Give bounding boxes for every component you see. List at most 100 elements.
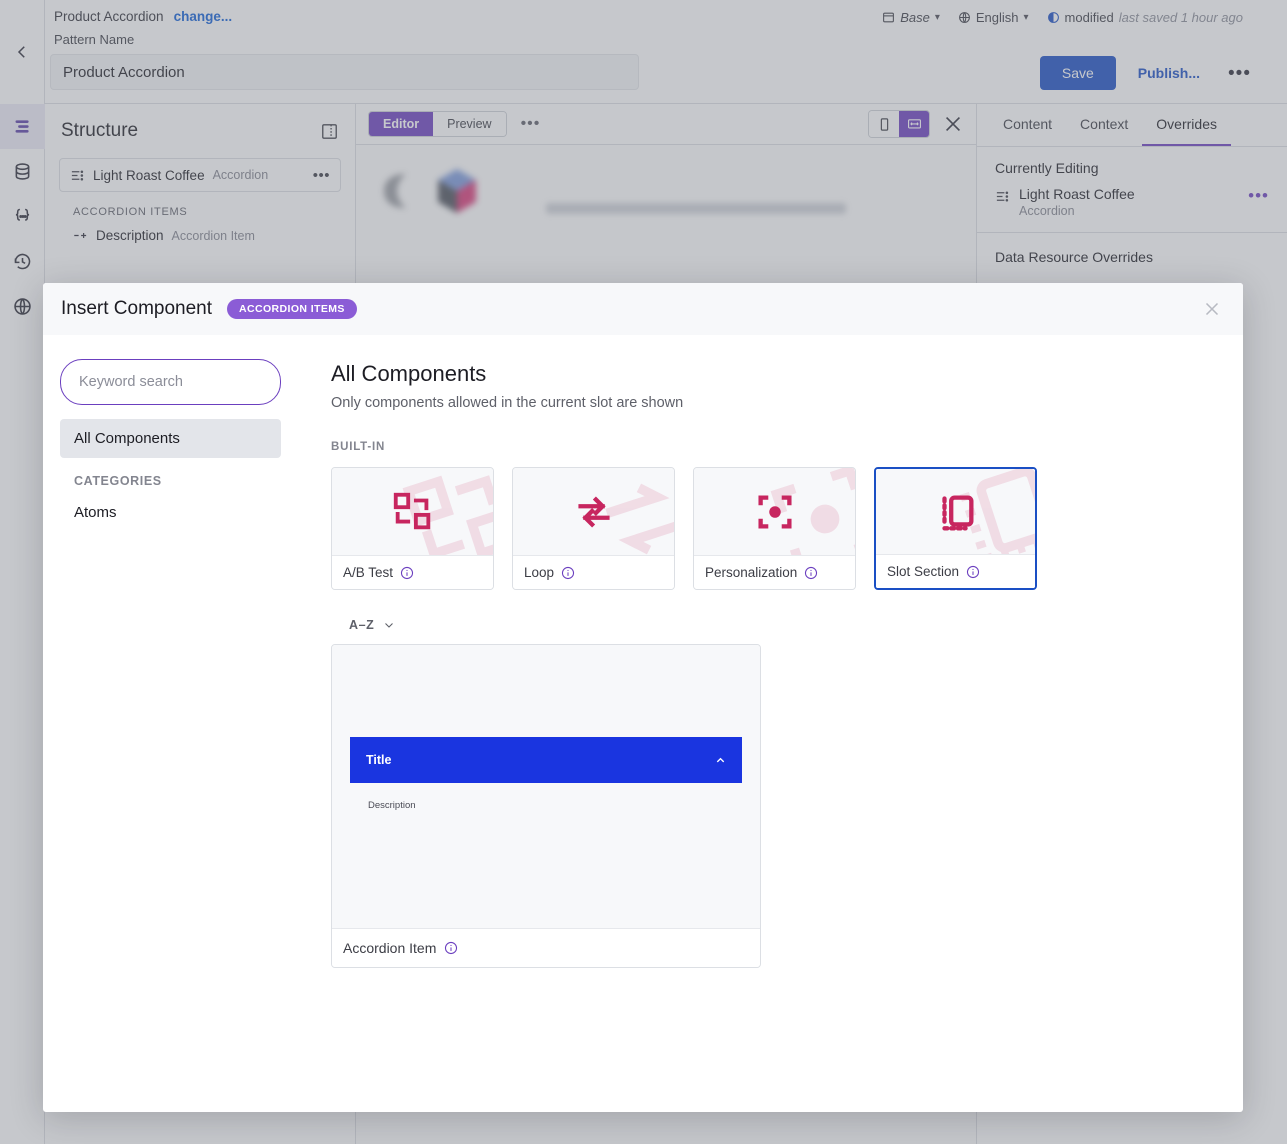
close-icon[interactable]	[1201, 298, 1223, 320]
pattern-name-input[interactable]: Product Accordion	[50, 54, 639, 90]
ab-test-icon	[393, 492, 430, 529]
component-card-personalization[interactable]: Personalization	[693, 467, 856, 590]
structure-section-caption: ACCORDION ITEMS	[73, 206, 188, 218]
rail-item-globe[interactable]	[0, 284, 45, 329]
braces-icon	[15, 208, 29, 221]
structure-node-type: Accordion	[212, 168, 269, 182]
sidebar-item-atoms[interactable]: Atoms	[60, 504, 281, 521]
structure-node-name: Light Roast Coffee	[93, 167, 205, 183]
slot-section-icon	[941, 494, 973, 530]
info-icon[interactable]	[966, 565, 980, 579]
tab-context[interactable]: Context	[1066, 104, 1142, 146]
publish-button[interactable]: Publish...	[1132, 64, 1206, 82]
change-link[interactable]: change...	[174, 9, 233, 24]
chevron-down-icon: ▾	[1023, 12, 1029, 23]
cube-logo-icon	[438, 169, 476, 213]
info-icon[interactable]	[444, 941, 458, 955]
card-footer: Accordion Item	[332, 928, 760, 967]
canvas-placeholder-bar	[546, 203, 846, 214]
structure-icon	[15, 120, 29, 133]
brand-mark-icon	[384, 174, 406, 208]
currently-editing-section: Currently Editing Light Roast Coffee Acc…	[977, 147, 1287, 233]
tab-editor[interactable]: Editor	[369, 112, 434, 136]
editor-toolbar: Editor Preview •••	[356, 104, 976, 145]
back-button[interactable]	[0, 0, 45, 104]
insert-component-modal: Insert Component ACCORDION ITEMS All Com…	[43, 283, 1243, 1112]
desktop-icon	[907, 118, 921, 128]
database-icon	[15, 163, 29, 180]
data-resource-overrides-label: Data Resource Overrides	[995, 249, 1153, 265]
rail-item-data[interactable]	[0, 149, 45, 194]
chevron-down-icon	[385, 623, 394, 628]
status-badge: modified last saved 1 hour ago	[1047, 10, 1243, 25]
canvas-logo	[378, 167, 480, 215]
card-label: Loop	[524, 565, 555, 580]
structure-child-type: Accordion Item	[171, 228, 255, 243]
info-icon[interactable]	[804, 566, 818, 580]
rail-item-variables[interactable]	[0, 194, 45, 239]
info-icon[interactable]	[561, 566, 575, 580]
card-footer: Personalization	[694, 555, 855, 589]
top-actions: Save Publish... •••	[1039, 56, 1257, 90]
top-bar: Product Accordion change... Pattern Name…	[0, 0, 1287, 104]
rail-item-structure[interactable]	[0, 104, 45, 149]
component-card-loop[interactable]: Loop	[512, 467, 675, 590]
desktop-viewport-icon[interactable]	[899, 111, 929, 137]
structure-child-row[interactable]: Description Accordion Item	[73, 228, 355, 243]
card-label: Personalization	[705, 565, 798, 580]
currently-editing-menu[interactable]: •••	[1248, 186, 1269, 206]
preview-accordion-header: Title	[350, 737, 742, 783]
card-label: Accordion Item	[343, 940, 437, 956]
base-selector[interactable]: Base ▾	[882, 10, 940, 25]
component-card-accordion-item[interactable]: Title Description Accordion Item	[331, 644, 761, 968]
panel-toggle-icon[interactable]	[320, 122, 339, 141]
rail-item-history[interactable]	[0, 239, 45, 284]
tab-preview[interactable]: Preview	[433, 112, 506, 136]
top-more-button[interactable]: •••	[1222, 63, 1257, 84]
card-label: Slot Section	[887, 564, 960, 579]
personalization-icon	[757, 494, 792, 529]
viewport-group	[868, 110, 930, 138]
language-label: English	[975, 10, 1019, 25]
card-preview: Title Description	[332, 645, 760, 928]
tab-overrides[interactable]: Overrides	[1142, 104, 1231, 146]
sort-control[interactable]: A–Z	[331, 618, 1213, 632]
breadcrumb-label: Product Accordion	[54, 9, 164, 24]
card-thumbnail	[876, 469, 1035, 554]
globe-icon	[958, 12, 970, 23]
card-thumbnail	[694, 468, 855, 555]
structure-header: Structure	[45, 104, 355, 152]
structure-node-menu[interactable]: •••	[313, 167, 330, 184]
component-card-ab-test[interactable]: A/B Test	[331, 467, 494, 590]
sidebar-categories-caption: CATEGORIES	[74, 474, 162, 488]
chevron-down-icon: ▾	[934, 12, 940, 23]
info-icon[interactable]	[400, 566, 414, 580]
history-icon	[14, 253, 30, 270]
modal-header: Insert Component ACCORDION ITEMS	[43, 283, 1243, 335]
status-label: modified	[1064, 10, 1114, 25]
card-footer: Slot Section	[876, 554, 1035, 588]
preview-description: Description	[368, 800, 416, 811]
breadcrumb: Product Accordion change...	[54, 9, 232, 24]
sort-label: A–Z	[349, 618, 375, 632]
insert-slot-icon	[74, 233, 87, 238]
currently-editing-label: Currently Editing	[995, 160, 1099, 176]
structure-node-accordion[interactable]: Light Roast Coffee Accordion •••	[59, 158, 341, 192]
left-icon-rail	[0, 104, 45, 1144]
search-input[interactable]	[77, 373, 268, 391]
modal-main: All Components Only components allowed i…	[298, 335, 1243, 1112]
mobile-viewport-icon[interactable]	[869, 111, 899, 137]
loop-icon	[577, 495, 610, 528]
language-selector[interactable]: English ▾	[958, 10, 1029, 25]
tab-content[interactable]: Content	[989, 104, 1066, 146]
search-field[interactable]	[60, 359, 281, 405]
card-thumbnail	[332, 468, 493, 555]
sidebar-item-all-components[interactable]: All Components	[60, 419, 281, 458]
close-icon[interactable]	[942, 113, 964, 135]
currently-editing-type: Accordion	[1019, 204, 1075, 218]
editor-more-button[interactable]: •••	[521, 115, 541, 133]
currently-editing-node[interactable]: Light Roast Coffee Accordion •••	[995, 186, 1269, 218]
component-card-slot-section[interactable]: Slot Section	[874, 467, 1037, 590]
slot-badge: ACCORDION ITEMS	[227, 299, 357, 319]
save-button[interactable]: Save	[1039, 56, 1116, 90]
